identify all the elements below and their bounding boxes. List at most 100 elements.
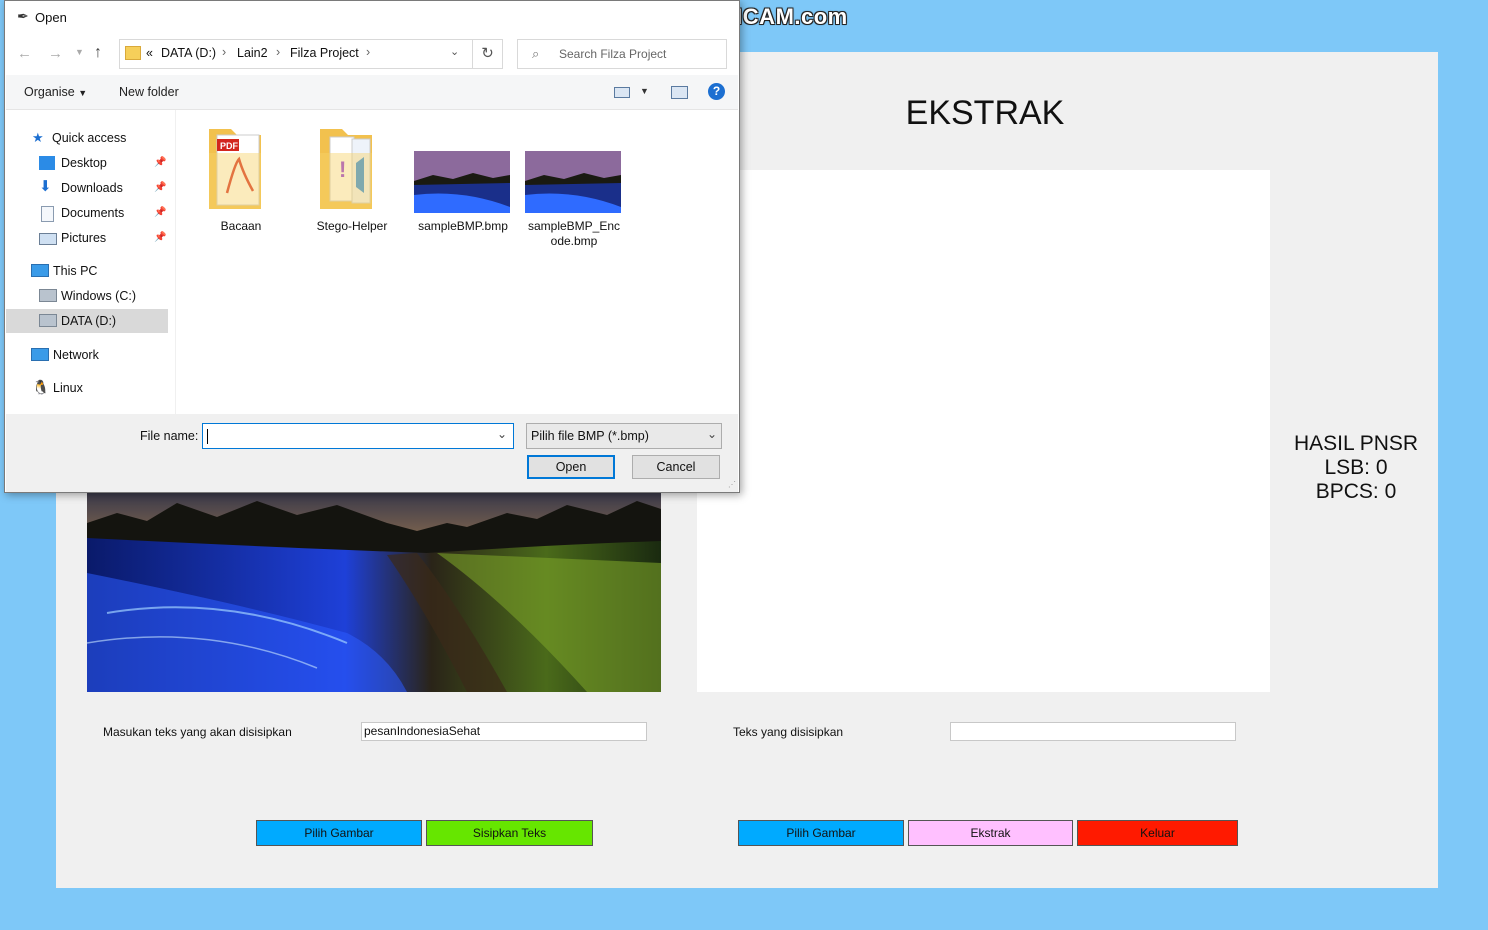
address-overflow[interactable]: « [146, 46, 153, 60]
drive-icon [39, 314, 57, 327]
pane-divider [175, 110, 176, 414]
chevron-down-icon[interactable]: ⌄ [497, 427, 507, 441]
recent-chevron-icon[interactable]: ▼ [75, 47, 84, 57]
dialog-toolbar: Organise ▼ New folder ▼ ? [6, 75, 738, 110]
sisipkan-teks-button[interactable]: Sisipkan Teks [426, 820, 593, 846]
extracted-text-output[interactable] [950, 722, 1236, 741]
chevron-down-icon: ⌄ [707, 427, 718, 441]
folder-icon [125, 46, 141, 60]
navigation-pane: ★ Quick access Desktop 📌 ⬇ Downloads 📌 D… [6, 110, 172, 414]
nav-data-d[interactable]: DATA (D:) [6, 309, 168, 333]
drive-icon [39, 289, 57, 302]
file-name-label: File name: [140, 429, 199, 443]
embed-text-label: Masukan teks yang akan disisipkan [103, 725, 292, 739]
file-name: Stego-Helper [316, 219, 388, 233]
file-name: sampleBMP_Enc ode.bmp [527, 219, 621, 248]
pnsr-bpcs: BPCS: 0 [1315, 480, 1397, 503]
nav-label: Linux [53, 381, 83, 395]
nav-this-pc[interactable]: This PC [6, 259, 168, 283]
nav-quick-access[interactable]: ★ Quick access [6, 126, 168, 150]
computer-icon [31, 264, 49, 277]
cancel-button[interactable]: Cancel [632, 455, 720, 479]
file-item-stego-helper[interactable]: ! Stego-Helper [302, 123, 402, 233]
pilih-gambar-embed-button[interactable]: Pilih Gambar [256, 820, 422, 846]
nav-pictures[interactable]: Pictures 📌 [6, 226, 168, 250]
forward-arrow-icon[interactable]: → [48, 45, 63, 62]
ekstrak-button[interactable]: Ekstrak [908, 820, 1073, 846]
resize-grip-icon[interactable]: ⋰ [728, 480, 736, 489]
nav-desktop[interactable]: Desktop 📌 [6, 151, 168, 175]
embed-text-input[interactable]: pesanIndonesiaSehat [361, 722, 647, 741]
nav-linux[interactable]: 🐧 Linux [6, 376, 168, 400]
new-folder-button[interactable]: New folder [119, 85, 179, 99]
organise-menu[interactable]: Organise ▼ [24, 85, 87, 99]
pnsr-lsb: LSB: 0 [1324, 456, 1388, 479]
extract-image-canvas [697, 170, 1270, 692]
extracted-text-label: Teks yang disisipkan [733, 725, 844, 739]
chevron-right-icon: › [222, 45, 227, 59]
nav-network[interactable]: Network [6, 343, 168, 367]
file-name: Bacaan [220, 219, 262, 233]
nav-label: DATA (D:) [61, 314, 117, 328]
file-name-input[interactable]: ⌄ [202, 423, 514, 449]
pnsr-result-panel: HASIL PNSR LSB: 0 BPCS: 0 [1280, 432, 1432, 504]
open-file-dialog: ✒ Open ← → ▼ ↑ « DATA (D:) › Lain2 › Fil… [4, 0, 740, 493]
desktop-icon [39, 156, 55, 170]
back-arrow-icon[interactable]: ← [17, 45, 32, 62]
address-segment-lain2[interactable]: Lain2 [237, 46, 268, 60]
cover-image-preview [87, 493, 661, 692]
linux-penguin-icon: 🐧 [32, 379, 50, 395]
search-box[interactable]: ⌕ Search Filza Project [517, 39, 727, 69]
search-input[interactable]: Search Filza Project [559, 47, 666, 61]
star-icon: ★ [32, 130, 44, 145]
search-icon: ⌕ [532, 46, 540, 61]
bmp-thumbnail [414, 151, 510, 214]
help-icon[interactable]: ? [708, 83, 725, 100]
documents-icon [41, 206, 54, 222]
chevron-right-icon: › [366, 45, 371, 59]
pin-icon: 📌 [154, 157, 167, 168]
view-dropdown-icon[interactable]: ▼ [640, 86, 649, 96]
feather-icon: ✒ [17, 8, 29, 24]
refresh-icon[interactable]: ↻ [473, 39, 503, 69]
nav-label: Downloads [61, 181, 123, 195]
file-name: sampleBMP.bmp [418, 219, 508, 233]
cover-image [87, 493, 661, 692]
address-segment-data-d[interactable]: DATA (D:) [161, 46, 216, 60]
address-segment-filza-project[interactable]: Filza Project [290, 46, 359, 60]
file-type-select[interactable]: Pilih file BMP (*.bmp) ⌄ [526, 423, 722, 449]
nav-windows-c[interactable]: Windows (C:) [6, 284, 168, 308]
file-item-bacaan[interactable]: PDF Bacaan [191, 123, 291, 233]
nav-documents[interactable]: Documents 📌 [6, 201, 168, 225]
nav-label: Quick access [52, 131, 127, 145]
network-icon [31, 348, 49, 361]
nav-label: Documents [61, 206, 125, 220]
nav-label: Pictures [61, 231, 107, 245]
text-cursor [207, 429, 208, 444]
dialog-bottom-area: File name: ⌄ Pilih file BMP (*.bmp) ⌄ Op… [6, 414, 738, 492]
svg-text:PDF: PDF [220, 141, 239, 151]
file-type-value: Pilih file BMP (*.bmp) [531, 429, 649, 443]
address-dropdown-icon[interactable]: ⌄ [450, 45, 459, 58]
nav-downloads[interactable]: ⬇ Downloads 📌 [6, 176, 168, 200]
pin-icon: 📌 [154, 232, 167, 243]
bmp-thumbnail [525, 151, 621, 214]
file-item-samplebmp-encode[interactable]: sampleBMP_Enc ode.bmp [524, 123, 624, 248]
dialog-title: Open [35, 10, 67, 25]
nav-label: Network [53, 348, 99, 362]
preview-pane-icon[interactable] [671, 86, 688, 99]
pin-icon: 📌 [154, 207, 167, 218]
file-item-samplebmp[interactable]: sampleBMP.bmp [413, 123, 513, 233]
address-bar[interactable]: « DATA (D:) › Lain2 › Filza Project › ⌄ [119, 39, 473, 69]
keluar-button[interactable]: Keluar [1077, 820, 1238, 846]
up-arrow-icon[interactable]: ↑ [94, 44, 102, 62]
pnsr-title: HASIL PNSR [1293, 432, 1419, 455]
chevron-down-icon: ▼ [78, 88, 88, 98]
nav-label: This PC [53, 264, 98, 278]
nav-label: Desktop [61, 156, 107, 170]
folder-icon: ! [320, 129, 372, 209]
view-options-icon[interactable] [614, 87, 630, 98]
open-button[interactable]: Open [527, 455, 615, 479]
download-arrow-icon: ⬇ [39, 178, 52, 195]
pilih-gambar-extract-button[interactable]: Pilih Gambar [738, 820, 904, 846]
